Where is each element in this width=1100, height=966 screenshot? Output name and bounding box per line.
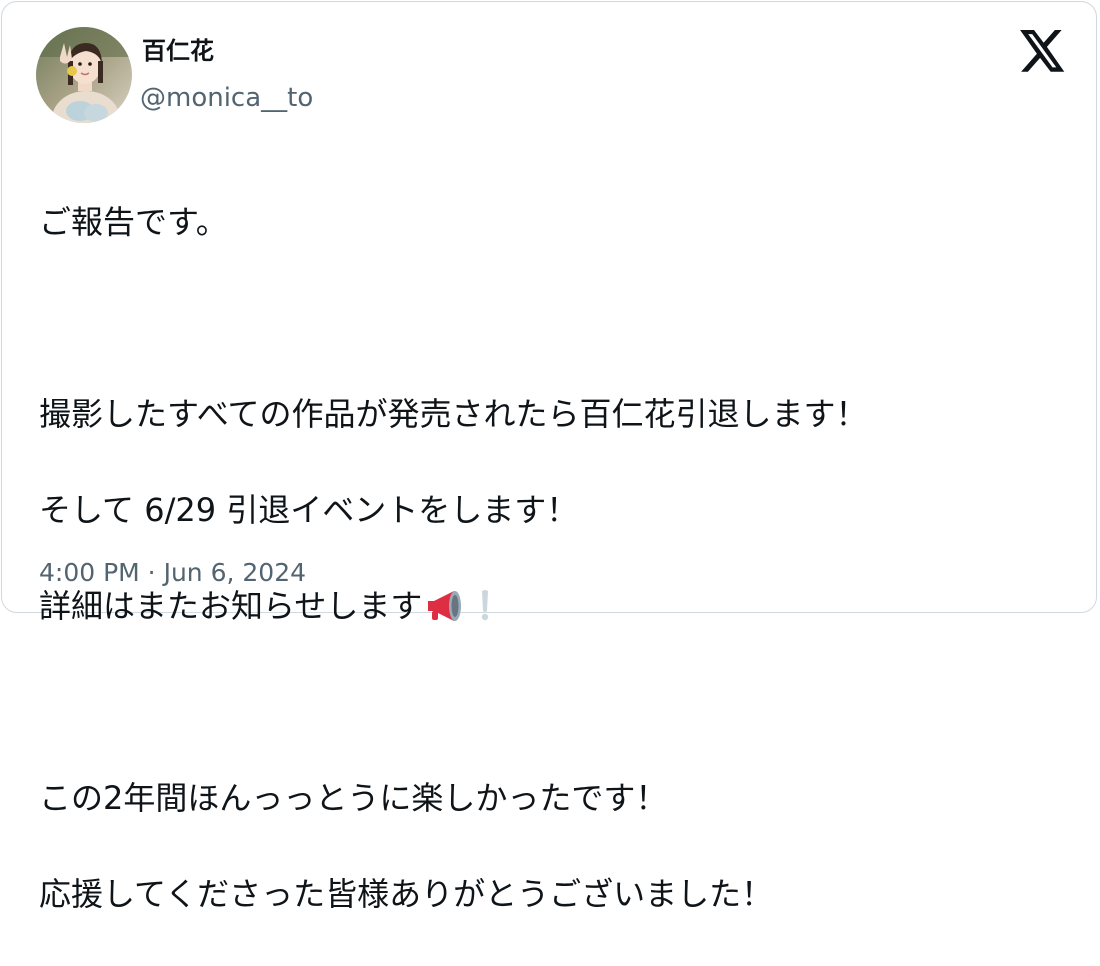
tweet-line: 撮影したすべての作品が発売されたら百仁花引退します！ <box>39 395 868 433</box>
exclamation-icon <box>470 587 500 636</box>
tweet-line: ご報告です。 <box>39 203 228 241</box>
timestamp[interactable]: 4:00 PM · Jun 6, 2024 <box>39 557 306 589</box>
x-logo-icon[interactable] <box>1020 30 1066 72</box>
avatar[interactable] <box>36 27 132 123</box>
megaphone-icon <box>424 587 468 636</box>
tweet-line-text: 詳細はまたお知らせします <box>39 587 423 625</box>
tweet-line: この2年間ほんっっとうに楽しかったです！ <box>39 779 668 817</box>
tweet-line-with-emoji: 詳細はまたお知らせします <box>39 582 1079 630</box>
avatar-photo <box>36 27 132 123</box>
display-name[interactable]: 百仁花 <box>142 35 214 67</box>
tweet-card[interactable]: 百仁花 @monica__to ご報告です。 撮影したすべての作品が発売されたら… <box>1 1 1097 913</box>
user-handle[interactable]: @monica__to <box>140 82 313 114</box>
tweet-line: そして 6/29 引退イベントをします！ <box>39 491 579 529</box>
tweet-line: 応援してくださった皆様ありがとうございました！ <box>39 875 774 913</box>
